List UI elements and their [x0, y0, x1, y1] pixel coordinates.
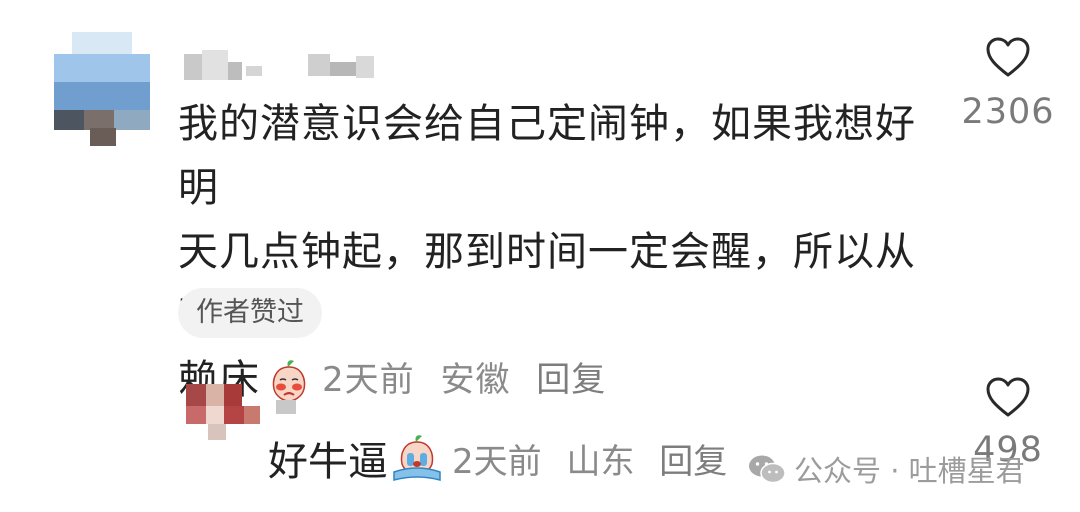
comment-time: 2天前 [322, 360, 415, 400]
comment-line: 我的潜意识会给自己定闹钟，如果我想好明 [178, 101, 916, 211]
comment-text: 我的潜意识会给自己定闹钟，如果我想好明 天几点钟起，那到时间一定会醒，所以从不 … [178, 92, 948, 412]
like-area[interactable]: 2306 [960, 36, 1056, 132]
reply-location: 山东 [566, 441, 635, 482]
author-liked-badge: 作者赞过 [178, 288, 322, 338]
reply-button[interactable]: 回复 [659, 442, 727, 482]
avatar[interactable] [54, 32, 150, 146]
reply-button[interactable]: 回复 [536, 360, 606, 400]
like-count: 2306 [961, 92, 1055, 132]
reply-time: 2天前 [452, 441, 542, 482]
reply-text: 好牛逼 [268, 439, 388, 485]
username[interactable] [184, 48, 394, 82]
reply-meta: 2天前 山东 回复 [452, 434, 727, 483]
reply-username[interactable] [276, 400, 298, 416]
heart-icon[interactable] [985, 36, 1031, 78]
reply-avatar[interactable] [186, 384, 262, 440]
wechat-icon [748, 454, 786, 484]
comment-meta: 2天前 安徽 回复 [322, 348, 606, 412]
heart-icon[interactable] [985, 376, 1031, 418]
blushing-peach-emoji [266, 357, 312, 403]
comment-location: 安徽 [440, 360, 511, 400]
watermark: 公众号 · 吐槽星君 [748, 448, 1025, 490]
watermark-text: 公众号 · 吐槽星君 [794, 454, 1025, 488]
crying-peach-emoji [392, 434, 442, 482]
reply-line: 好牛逼 2天前 山东 回复 [268, 428, 727, 488]
